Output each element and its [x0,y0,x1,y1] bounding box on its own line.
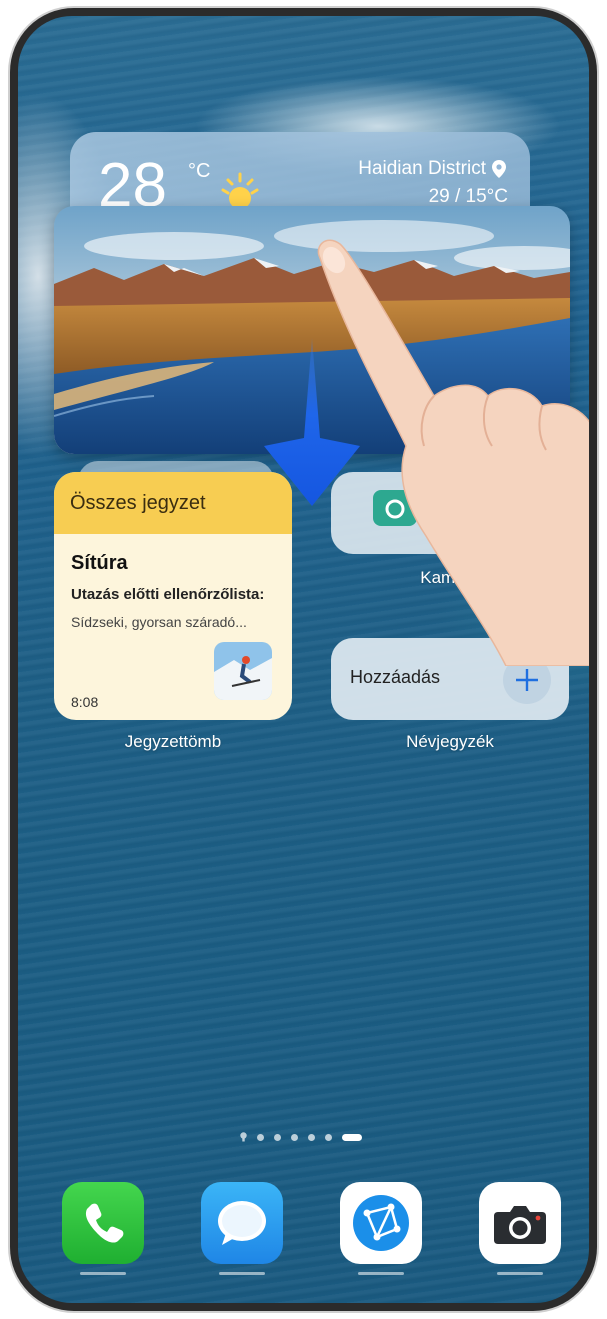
dock-app-indicator [358,1272,404,1275]
dock-browser-app[interactable] [340,1182,422,1264]
page-dot [291,1133,298,1141]
dock-app-indicator [219,1272,265,1275]
page-dot [325,1133,332,1141]
add-contact-label: Hozzáadás [350,667,441,687]
note-line-1: Utazás előtti ellenőrzőlista: [71,586,265,603]
home-screen: 28 °C Haidian District 29 / 15°C Összes … [18,16,589,1303]
dock-camera-app[interactable] [479,1182,561,1264]
dock-phone-app[interactable] [62,1182,144,1264]
note-thumbnail [214,642,272,700]
page-dot [274,1133,281,1141]
page-dot [308,1133,315,1141]
page-dot-active [342,1133,362,1141]
dock-messages-app[interactable] [201,1182,283,1264]
note-time: 8:08 [71,694,99,710]
contacts-app-label: Névjegyzék [406,732,494,751]
notes-app-label: Jegyzettömb [124,732,222,751]
page-dot-hint [240,1132,247,1142]
notes-widget[interactable]: Összes jegyzet Sítúra Utazás előtti elle… [54,472,292,720]
location-pin-icon [492,160,506,178]
page-dot [257,1133,264,1141]
weather-unit: °C [188,160,211,182]
weather-location-label: Haidian District [358,158,486,179]
camera-icon [494,1206,546,1244]
weather-range: 29 / 15°C [428,186,508,207]
weather-location: Haidian District [358,158,506,180]
message-bubble-icon [218,1201,266,1245]
note-title: Sítúra [71,552,128,574]
phone-icon [85,1203,124,1243]
notes-header: Összes jegyzet [54,472,292,534]
note-line-2: Sídzseki, gyorsan száradó... [71,614,247,630]
dock-app-indicator [80,1272,126,1275]
page-indicator[interactable] [240,1131,362,1143]
dock-app-indicator [497,1272,543,1275]
browser-icon [353,1195,409,1251]
plus-icon [516,669,538,691]
hand-gesture-icon [317,239,589,666]
